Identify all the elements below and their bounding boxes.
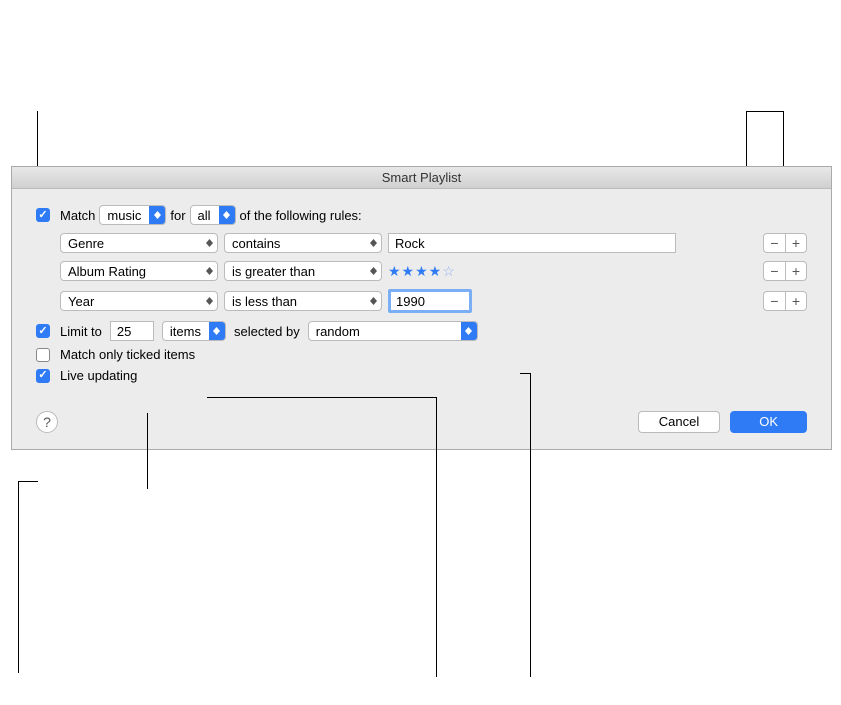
rule-buttons: − + [763,261,807,281]
match-row: Match music for all of the following rul… [36,205,807,225]
chevron-updown-icon [219,206,235,224]
callout-line-help [18,481,38,673]
rules-list: Genre contains − + [60,233,807,313]
rule-buttons: − + [763,291,807,311]
rule-row: Genre contains − + [60,233,807,253]
limit-checkbox[interactable] [36,324,50,338]
live-updating-checkbox[interactable] [36,369,50,383]
rule-operator-select[interactable]: is greater than [224,261,382,281]
help-icon: ? [43,414,51,430]
star-rating[interactable]: ★★★★☆ [388,263,456,280]
live-updating-row: Live updating [36,368,807,383]
dialog-footer: ? Cancel OK [36,411,807,433]
minus-icon: − [770,293,778,309]
plus-icon: + [792,235,800,251]
minus-icon: − [770,263,778,279]
rule-row: Album Rating is greater than ★★★★☆ [60,261,807,281]
plus-icon: + [792,263,800,279]
chevron-updown-icon [209,322,225,340]
rule-field-select[interactable]: Genre [60,233,218,253]
add-rule-button[interactable]: + [785,233,807,253]
match-ticked-row: Match only ticked items [36,347,807,362]
window-title: Smart Playlist [12,167,831,189]
chevron-updown-icon [201,239,217,247]
rule-row: Year is less than − [60,289,807,313]
selected-by-label: selected by [234,324,300,339]
rule-buttons: − + [763,233,807,253]
live-updating-label: Live updating [60,368,137,383]
selected-by-select[interactable]: random [308,321,478,341]
plus-icon: + [792,293,800,309]
rule-operator-select[interactable]: is less than [224,291,382,311]
rule-operator-select[interactable]: contains [224,233,382,253]
limit-label: Limit to [60,324,102,339]
remove-rule-button[interactable]: − [763,261,785,281]
media-type-select[interactable]: music [99,205,166,225]
match-ticked-label: Match only ticked items [60,347,195,362]
rule-field-select[interactable]: Album Rating [60,261,218,281]
chevron-updown-icon [365,239,381,247]
quantifier-select[interactable]: all [190,205,236,225]
remove-rule-button[interactable]: − [763,291,785,311]
rule-field-select[interactable]: Year [60,291,218,311]
chevron-updown-icon [365,267,381,275]
rule-value-input-focused[interactable] [388,289,472,313]
chevron-updown-icon [201,267,217,275]
match-ticked-checkbox[interactable] [36,348,50,362]
limit-unit-select[interactable]: items [162,321,226,341]
smart-playlist-dialog: Smart Playlist Match music for all o [11,166,832,450]
add-rule-button[interactable]: + [785,261,807,281]
chevron-updown-icon [365,297,381,305]
cancel-button[interactable]: Cancel [638,411,720,433]
match-label: Match [60,208,95,223]
limit-row: Limit to items selected by random [36,321,807,341]
remove-rule-button[interactable]: − [763,233,785,253]
ok-button[interactable]: OK [730,411,807,433]
help-button[interactable]: ? [36,411,58,433]
dialog-content: Match music for all of the following rul… [12,189,831,449]
match-checkbox[interactable] [36,208,50,222]
chevron-updown-icon [201,297,217,305]
limit-count-input[interactable] [110,321,154,341]
for-label: for [170,208,185,223]
rule-value-input[interactable] [388,233,676,253]
minus-icon: − [770,235,778,251]
add-rule-button[interactable]: + [785,291,807,311]
chevron-updown-icon [461,322,477,340]
rules-label: of the following rules: [240,208,362,223]
chevron-updown-icon [149,206,165,224]
